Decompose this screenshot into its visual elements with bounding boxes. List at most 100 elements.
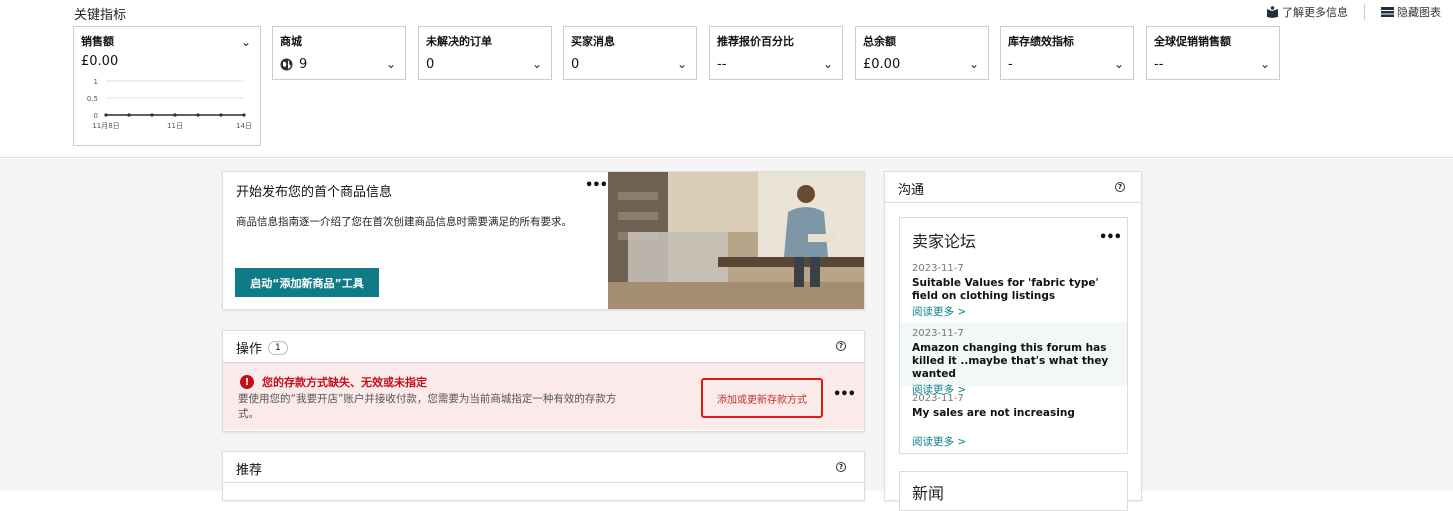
forum-title: 卖家论坛 — [912, 232, 977, 251]
alert-header: ! 您的存款方式缺失、无效或未指定 — [240, 374, 427, 390]
communication-panel: 沟通 ? 卖家论坛 ••• 2023-11-7 Suitable Values … — [884, 171, 1142, 511]
data-point — [219, 113, 223, 117]
read-more-link[interactable]: 阅读更多 > — [912, 304, 1115, 319]
forum-post[interactable]: 2023-11-7 Suitable Values for 'fabric ty… — [900, 263, 1127, 322]
x-tick-label: 14日 — [236, 122, 252, 130]
metric-label: 买家消息 — [571, 35, 615, 48]
alert-body: 要使用您的“我要开店”账户并接收付款，您需要为当前商城指定一种有效的存款方式。 — [238, 393, 617, 420]
help-icon[interactable]: ? — [1115, 182, 1125, 192]
top-links: 了解更多信息 隐藏图表 — [1266, 4, 1441, 20]
data-point — [196, 113, 200, 117]
metric-featured-offer-card[interactable]: 推荐报价百分比 -- ⌄ — [709, 26, 843, 80]
data-point — [173, 113, 177, 117]
hide-charts-label: 隐藏图表 — [1397, 6, 1441, 19]
forum-post[interactable]: 2023-11-7 My sales are not increasing 阅读… — [900, 393, 1127, 451]
divider — [885, 202, 1141, 203]
key-metrics-title: 关键指标 — [74, 8, 127, 23]
post-date: 2023-11-7 — [912, 393, 964, 404]
metric-value: -- — [717, 57, 727, 72]
chevron-down-icon[interactable]: ⌄ — [1114, 57, 1124, 71]
divider — [223, 482, 864, 483]
post-date: 2023-11-7 — [912, 328, 964, 339]
book-icon — [1267, 6, 1278, 18]
metric-value: £0.00 — [863, 57, 901, 72]
metric-messages-card[interactable]: 买家消息 0 ⌄ — [563, 26, 697, 80]
chevron-down-icon[interactable]: ⌄ — [823, 57, 833, 71]
metric-marketplace-card[interactable]: 商城 9 ⌄ — [272, 26, 406, 80]
communication-title: 沟通 — [898, 183, 925, 198]
data-point — [127, 113, 131, 117]
post-title: Amazon changing this forum has killed it… — [912, 342, 1109, 380]
x-tick-label: 11月8日 — [92, 122, 119, 130]
actions-card: 操作 1 ? ! 您的存款方式缺失、无效或未指定 要使用您的“我要开店”账户并接… — [222, 330, 865, 432]
help-icon[interactable]: ? — [836, 462, 846, 472]
metric-value: £0.00 — [81, 54, 119, 69]
sales-mini-chart: 1 0.5 0 11月8日 11日 14日 — [87, 78, 252, 130]
metric-balance-card[interactable]: 总余额 £0.00 ⌄ — [855, 26, 989, 80]
error-icon: ! — [240, 375, 254, 389]
hide-charts-link[interactable]: 隐藏图表 — [1381, 4, 1441, 20]
chevron-down-icon[interactable]: ⌄ — [1260, 57, 1270, 71]
actions-count-badge: 1 — [268, 340, 288, 355]
metric-value-wrap: 9 — [280, 57, 307, 72]
workshop-photo — [608, 172, 864, 309]
more-options-icon[interactable]: ••• — [833, 387, 856, 402]
metric-value: -- — [1154, 57, 1164, 72]
actions-header: 操作 1 — [236, 338, 288, 357]
metric-value: 0 — [426, 57, 435, 72]
more-options-icon[interactable]: ••• — [1099, 230, 1122, 245]
list-icon — [1381, 7, 1394, 17]
deposit-alert: ! 您的存款方式缺失、无效或未指定 要使用您的“我要开店”账户并接收付款，您需要… — [223, 362, 864, 430]
learn-more-label: 了解更多信息 — [1282, 6, 1348, 19]
x-tick-label: 11日 — [167, 122, 183, 130]
news-title: 新闻 — [912, 484, 945, 503]
metric-value: 0 — [571, 57, 580, 72]
post-date: 2023-11-7 — [912, 263, 964, 274]
y-tick-label: 0.5 — [87, 95, 98, 103]
more-options-icon[interactable]: ••• — [585, 178, 608, 193]
metric-label: 销售额 — [81, 35, 114, 48]
metric-label: 库存绩效指标 — [1008, 35, 1074, 48]
update-deposit-method-button[interactable]: 添加或更新存款方式 — [701, 378, 823, 418]
data-point — [242, 113, 246, 117]
post-title: Suitable Values for 'fabric type' field … — [912, 277, 1099, 302]
chevron-down-icon[interactable]: ⌄ — [677, 57, 687, 71]
actions-title: 操作 — [236, 342, 263, 357]
first-listing-card: 开始发布您的首个商品信息 ••• 商品信息指南逐一介绍了您在首次创建商品信息时需… — [222, 171, 865, 310]
metric-label: 商城 — [280, 35, 302, 48]
forum-post[interactable]: 2023-11-7 Amazon changing this forum has… — [900, 322, 1127, 396]
metric-label: 推荐报价百分比 — [717, 35, 794, 48]
learn-more-link[interactable]: 了解更多信息 — [1266, 4, 1348, 20]
divider — [1364, 4, 1365, 20]
news-card: 新闻 — [899, 471, 1128, 511]
data-point — [104, 113, 108, 117]
data-point — [150, 113, 154, 117]
key-metrics-bar: 关键指标 了解更多信息 隐藏图表 销售额 £0.00 ⌄ 1 0.5 0 11月8日 1… — [0, 0, 1453, 158]
metric-label: 未解决的订单 — [426, 35, 492, 48]
y-tick-label: 1 — [94, 78, 98, 86]
listing-title: 开始发布您的首个商品信息 — [236, 185, 393, 200]
metric-global-promo-card[interactable]: 全球促销销售额 -- ⌄ — [1146, 26, 1280, 80]
metric-label: 全球促销销售额 — [1154, 35, 1231, 48]
post-title: My sales are not increasing — [912, 407, 1075, 419]
metric-sales-card[interactable]: 销售额 £0.00 ⌄ 1 0.5 0 11月8日 11日 14日 — [73, 26, 261, 146]
chevron-down-icon[interactable]: ⌄ — [969, 57, 979, 71]
y-tick-label: 0 — [94, 112, 98, 120]
metric-value: - — [1008, 57, 1013, 72]
chevron-down-icon[interactable]: ⌄ — [386, 57, 396, 71]
metric-orders-card[interactable]: 未解决的订单 0 ⌄ — [418, 26, 552, 80]
read-more-link[interactable]: 阅读更多 > — [912, 434, 1115, 449]
recommendations-card: 推荐 ? — [222, 451, 865, 501]
alert-title: 您的存款方式缺失、无效或未指定 — [262, 376, 427, 389]
metric-label: 总余额 — [863, 35, 896, 48]
chevron-down-icon[interactable]: ⌄ — [241, 35, 251, 49]
listing-description: 商品信息指南逐一介绍了您在首次创建商品信息时需要满足的所有要求。 — [236, 216, 572, 228]
metric-value: 9 — [299, 57, 308, 72]
seller-forum-card: 卖家论坛 ••• 2023-11-7 Suitable Values for '… — [899, 217, 1128, 454]
metric-inventory-card[interactable]: 库存绩效指标 - ⌄ — [1000, 26, 1134, 80]
add-product-tool-button[interactable]: 启动“添加新商品”工具 — [235, 268, 379, 297]
dashboard-main: 开始发布您的首个商品信息 ••• 商品信息指南逐一介绍了您在首次创建商品信息时需… — [0, 159, 1453, 511]
globe-icon — [280, 58, 293, 71]
help-icon[interactable]: ? — [836, 341, 846, 351]
chevron-down-icon[interactable]: ⌄ — [532, 57, 542, 71]
